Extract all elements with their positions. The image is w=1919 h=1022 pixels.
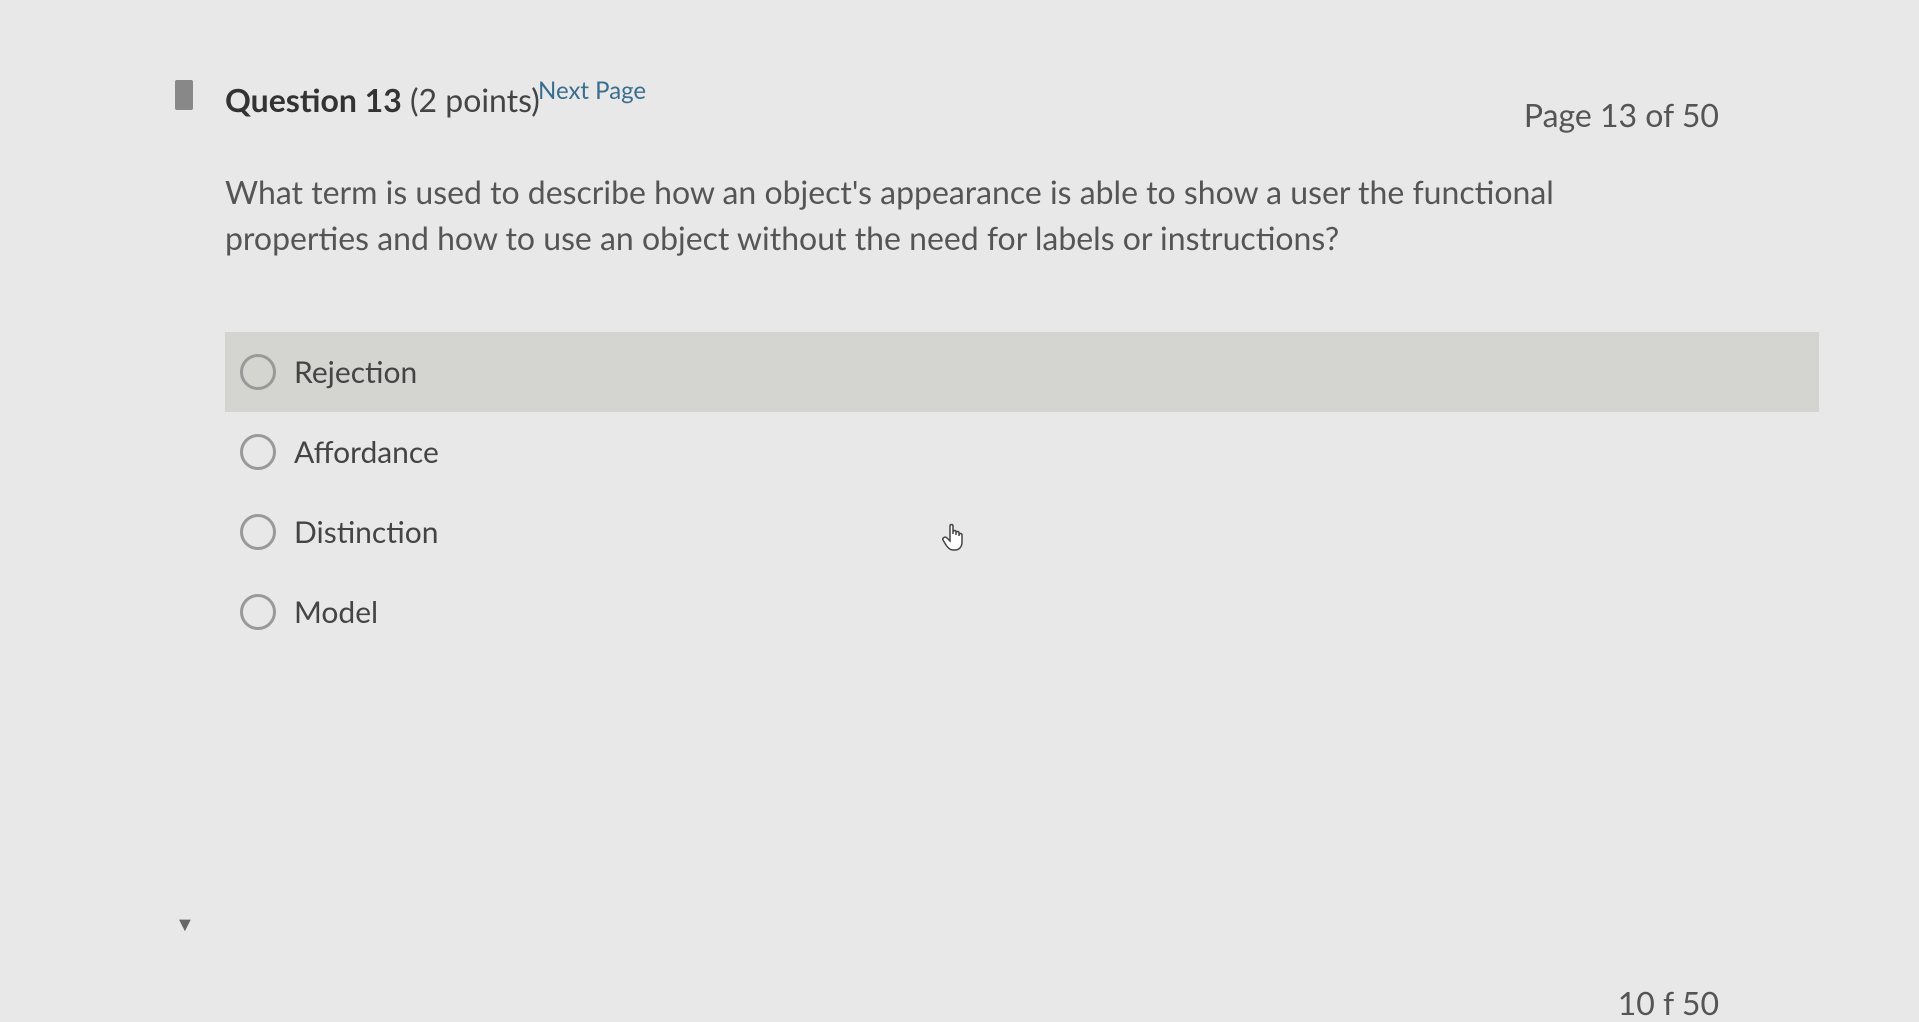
scrollbar-thumb[interactable] <box>175 80 193 110</box>
question-points: (2 points) <box>410 80 540 119</box>
dropdown-caret-icon[interactable]: ▼ <box>175 912 195 937</box>
option-label: Rejection <box>294 354 417 390</box>
option-label: Model <box>294 594 378 630</box>
next-page-button[interactable]: Next Page <box>530 72 654 109</box>
option-label: Distinction <box>294 514 438 550</box>
option-row[interactable]: Distinction <box>225 492 1819 572</box>
question-number: Question 13 <box>225 80 402 119</box>
question-text: What term is used to describe how an obj… <box>225 169 1575 262</box>
radio-button[interactable] <box>240 514 276 550</box>
radio-button[interactable] <box>240 434 276 470</box>
radio-button[interactable] <box>240 354 276 390</box>
option-row[interactable]: Model <box>225 572 1819 652</box>
option-label: Affordance <box>294 434 439 470</box>
footer-page-fragment: 10 f 50 <box>1618 983 1719 1022</box>
page-indicator: Page 13 of 50 <box>1524 95 1719 134</box>
option-row[interactable]: Rejection <box>225 332 1819 412</box>
radio-button[interactable] <box>240 594 276 630</box>
option-row[interactable]: Affordance <box>225 412 1819 492</box>
options-list: Rejection Affordance Distinction Model <box>225 332 1819 652</box>
